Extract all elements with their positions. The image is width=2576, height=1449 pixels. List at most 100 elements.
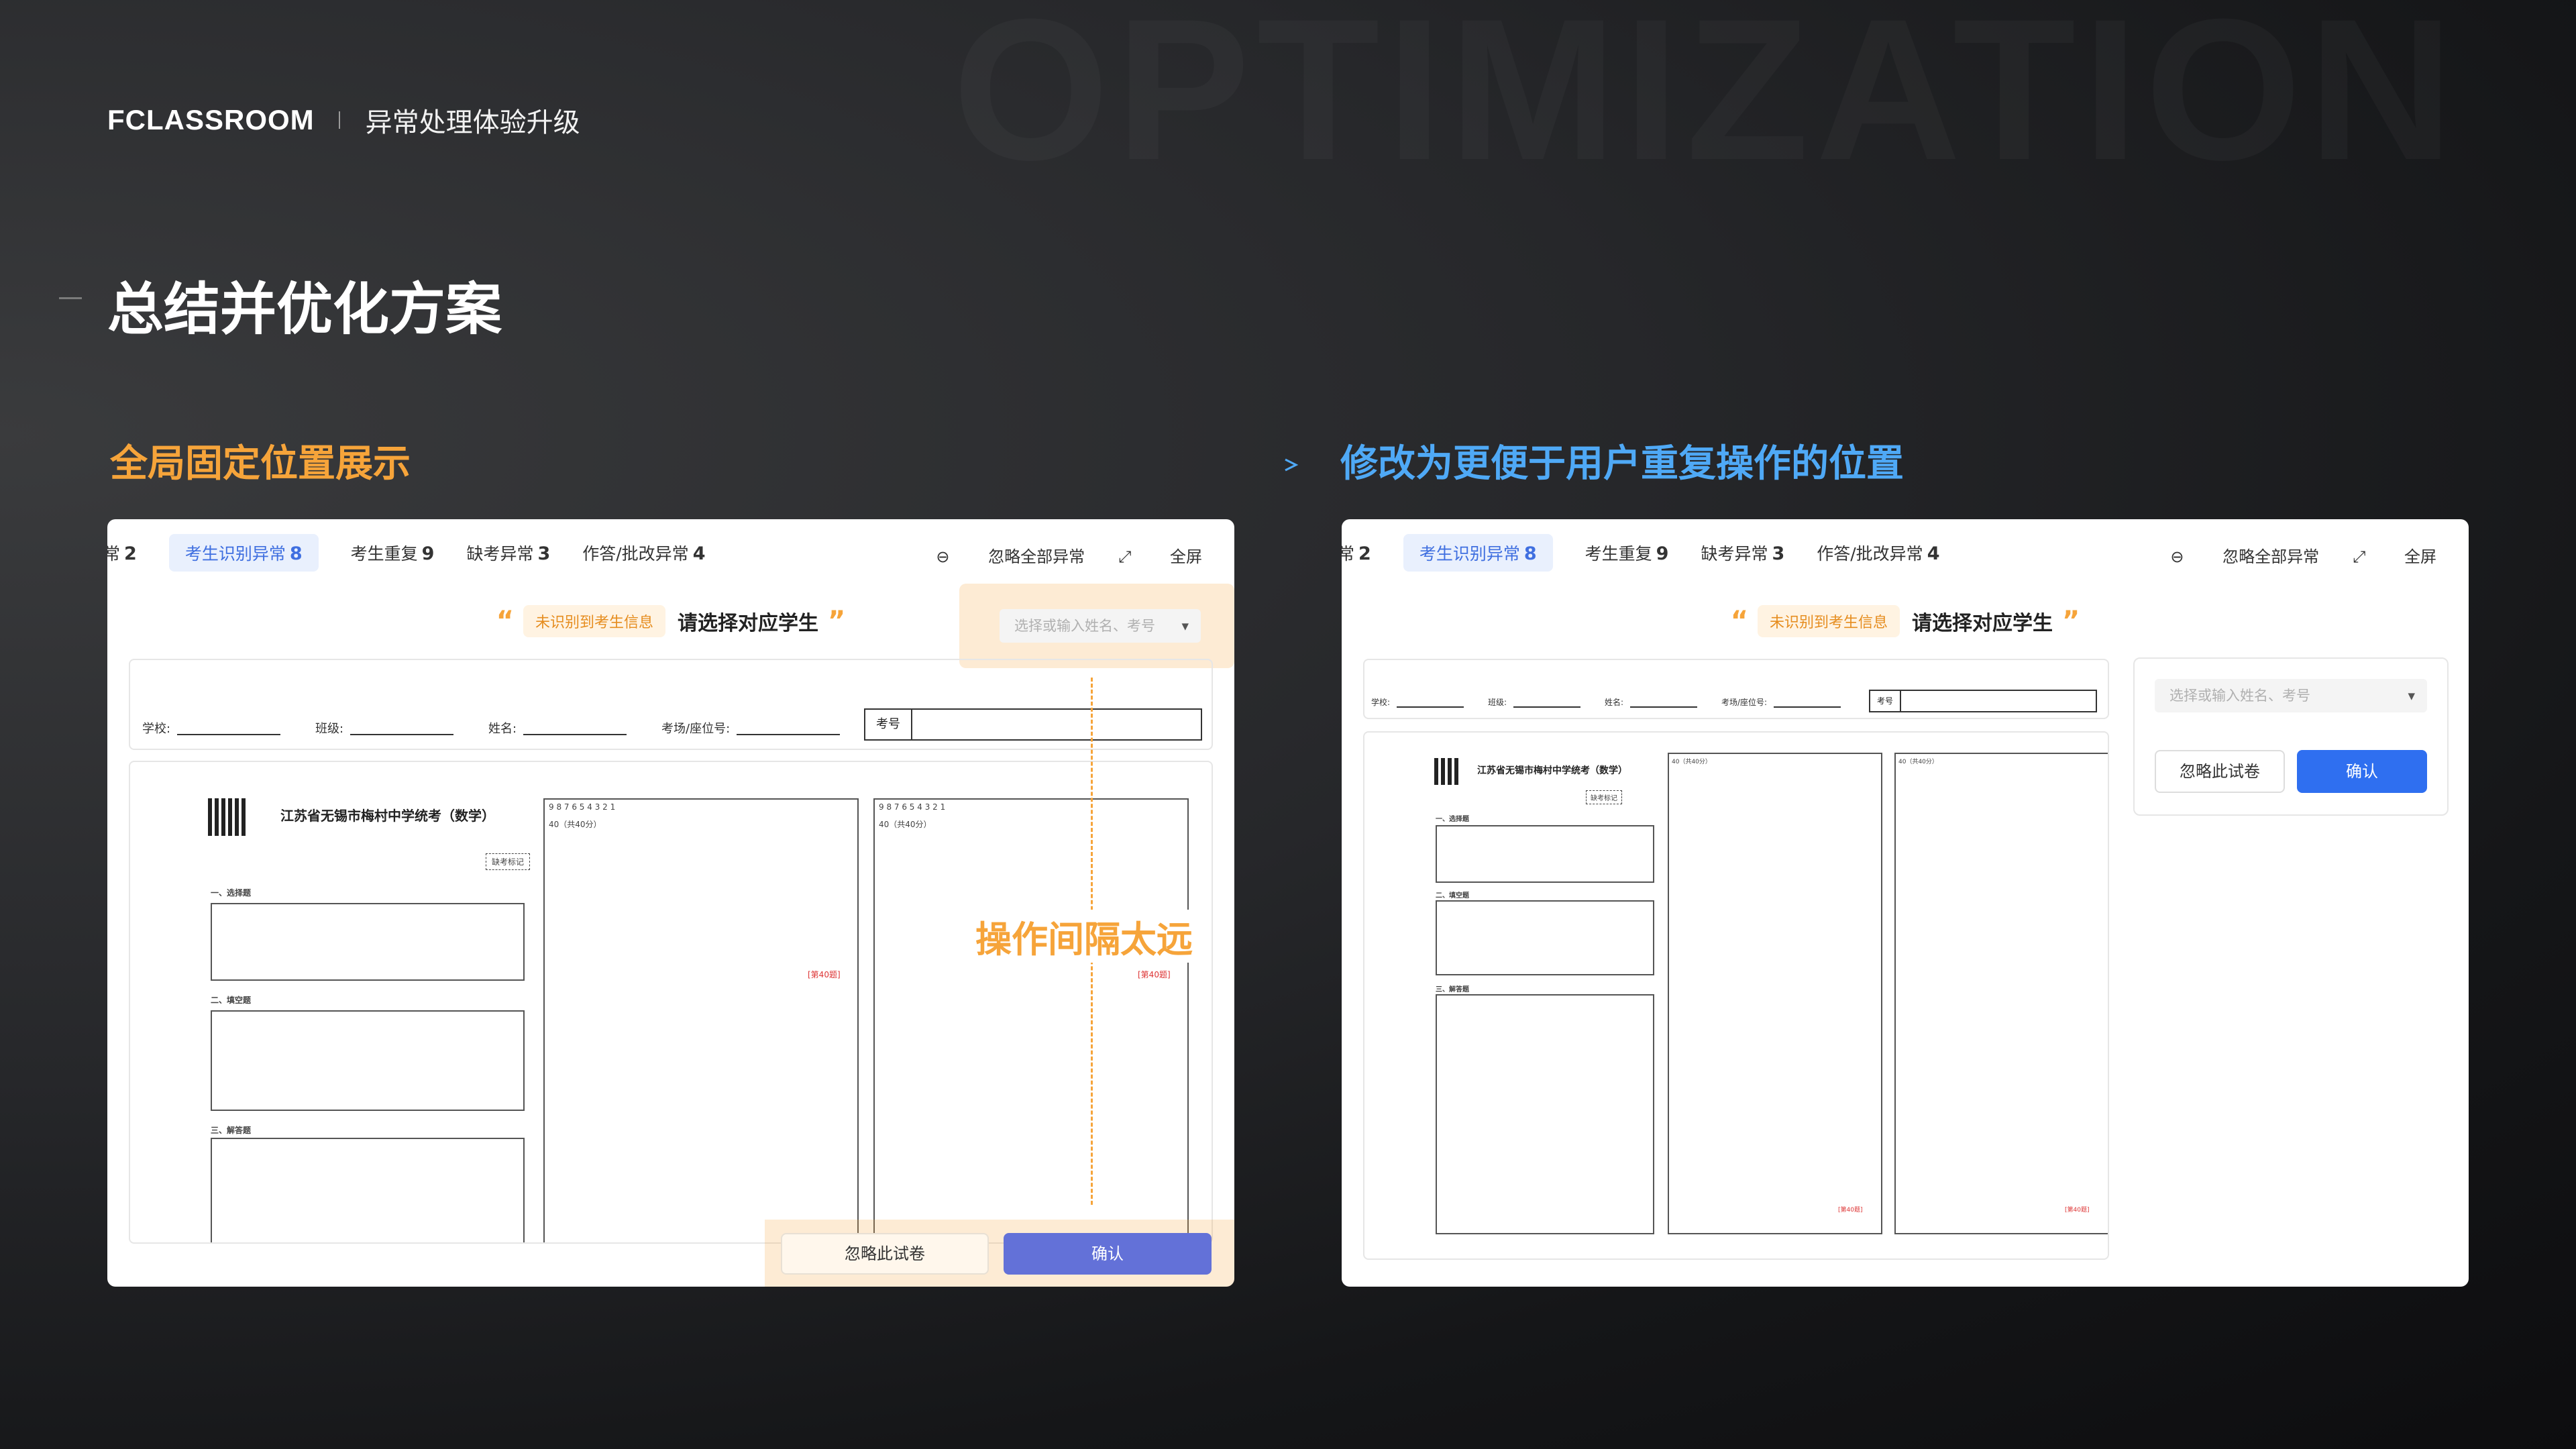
answer-column-2 xyxy=(543,798,859,1242)
tab-duplicate[interactable]: 考生重复 9 xyxy=(351,541,435,565)
tab-label: 考生重复 xyxy=(1585,544,1652,564)
brand-divider xyxy=(338,111,340,129)
right-label: 修改为更便于用户重复操作的位置 xyxy=(1340,442,1904,486)
tab-label: 常 xyxy=(107,544,121,564)
tab-label: 考生重复 xyxy=(350,544,418,564)
field-name: 姓名: xyxy=(1605,696,1698,708)
right-panel: 常2 考生识别异常 8 考生重复 9 缺考异常 3 作答/批改异常 4 ⊖ 忽略全部异常… xyxy=(1342,519,2469,1287)
brand-subtitle: 异常处理体验升级 xyxy=(365,107,580,138)
brand-header: FCLASSROOM 异常处理体验升级 xyxy=(107,101,580,140)
quote-icon: “ xyxy=(496,606,514,637)
tab-count: 8 xyxy=(289,543,303,564)
tab-prev[interactable]: 常2 xyxy=(107,541,137,565)
field-label: 班级: xyxy=(315,722,344,736)
answer-area xyxy=(211,1138,525,1242)
tab-label: 缺考异常 xyxy=(1701,544,1768,564)
ignore-all-label: 忽略全部异常 xyxy=(2222,547,2320,566)
prompt-text: 请选择对应学生 xyxy=(678,612,818,635)
ignore-all-label: 忽略全部异常 xyxy=(988,547,1085,566)
exam-number-box: 考号 xyxy=(864,708,1202,741)
section-fill: 二、填空题 xyxy=(1436,892,1469,900)
info-box: 学校: 班级: 姓名: 考场/座位号: 考号 xyxy=(129,659,1213,750)
tab-label: 作答/批改异常 xyxy=(582,544,689,564)
status-badge: 未识别到考生信息 xyxy=(523,605,665,637)
action-panel: 选择或输入姓名、考号 忽略此试卷 确认 xyxy=(2133,657,2449,816)
section-answer: 三、解答题 xyxy=(211,1126,252,1135)
prompt-bar: “ 未识别到考生信息 请选择对应学生 ” xyxy=(107,605,1234,637)
exam-number-box: 考号 xyxy=(1869,690,2097,712)
field-class: 班级: xyxy=(1488,696,1581,708)
question-tag: [第40题] xyxy=(1838,1207,1863,1214)
tab-count: 2 xyxy=(1358,543,1371,564)
prompt-text: 请选择对应学生 xyxy=(1912,612,2053,635)
section-fill: 二、填空题 xyxy=(211,996,252,1005)
tab-duplicate[interactable]: 考生重复 9 xyxy=(1585,541,1669,565)
answer-area xyxy=(1436,994,1654,1234)
field-seat: 考场/座位号: xyxy=(661,719,841,737)
prompt-bar: “ 未识别到考生信息 请选择对应学生 ” xyxy=(1342,605,2469,637)
exam-number-label: 考号 xyxy=(865,710,912,739)
choice-grid xyxy=(1436,825,1654,883)
fill-area xyxy=(211,1010,525,1111)
field-school: 学校: xyxy=(142,719,281,737)
confirm-button[interactable]: 确认 xyxy=(2297,750,2427,793)
fullscreen-label: 全屏 xyxy=(2404,547,2436,566)
score-label: 40（共40分） xyxy=(1672,759,1711,765)
tab-absent[interactable]: 缺考异常 3 xyxy=(1701,541,1784,565)
field-label: 考场/座位号: xyxy=(1721,698,1768,707)
question-tag: [第40题] xyxy=(808,970,841,979)
confirm-button[interactable]: 确认 xyxy=(1004,1233,1212,1275)
answer-column-2 xyxy=(1668,753,1882,1234)
tab-recognition[interactable]: 考生识别异常 8 xyxy=(168,534,319,572)
field-name: 姓名: xyxy=(488,719,627,737)
ignore-paper-button[interactable]: 忽略此试卷 xyxy=(2155,750,2285,793)
tab-label: 考生识别异常 xyxy=(1419,544,1520,564)
info-box: 学校: 班级: 姓名: 考场/座位号: 考号 xyxy=(1363,659,2109,719)
left-label: 全局固定位置展示 xyxy=(110,442,411,486)
student-select[interactable]: 选择或输入姓名、考号 xyxy=(2155,679,2427,712)
tab-count: 2 xyxy=(124,543,137,564)
tab-count: 9 xyxy=(421,543,435,564)
tab-answer[interactable]: 作答/批改异常 4 xyxy=(1817,541,1939,565)
field-label: 考场/座位号: xyxy=(661,722,731,736)
fullscreen-button[interactable]: ⤢ 全屏 xyxy=(2353,543,2436,567)
tab-count: 3 xyxy=(1772,543,1785,564)
field-seat: 考场/座位号: xyxy=(1721,696,1841,708)
arrow-connector xyxy=(453,458,1299,472)
field-class: 班级: xyxy=(315,719,454,737)
background-word: OPTIMIZATION xyxy=(953,0,2461,205)
answer-column-3 xyxy=(873,798,1189,1242)
digit-row: 9 8 7 6 5 4 3 2 1 xyxy=(549,802,616,812)
page-title: 总结并优化方案 xyxy=(107,276,502,342)
absent-mark: 缺考标记 xyxy=(486,853,531,870)
ignore-all-button[interactable]: ⊖ 忽略全部异常 xyxy=(2170,543,2319,567)
tab-label: 常 xyxy=(1342,544,1355,564)
question-tag: [第40题] xyxy=(1138,970,1171,979)
score-label: 40（共40分） xyxy=(1898,759,1938,765)
score-label: 40（共40分） xyxy=(879,820,932,829)
sheet-title: 江苏省无锡市梅村中学统考（数学） xyxy=(1477,765,1627,776)
digit-row: 9 8 7 6 5 4 3 2 1 xyxy=(879,802,946,812)
tab-answer[interactable]: 作答/批改异常 4 xyxy=(582,541,705,565)
title-dash xyxy=(59,297,82,299)
ignore-all-button[interactable]: ⊖ 忽略全部异常 xyxy=(936,543,1085,567)
status-badge: 未识别到考生信息 xyxy=(1757,605,1900,637)
ignore-paper-button[interactable]: 忽略此试卷 xyxy=(781,1233,989,1275)
tab-recognition[interactable]: 考生识别异常 8 xyxy=(1403,534,1553,572)
tab-count: 4 xyxy=(692,543,706,564)
field-label: 姓名: xyxy=(1605,698,1624,707)
tab-absent[interactable]: 缺考异常 3 xyxy=(466,541,550,565)
field-school: 学校: xyxy=(1371,696,1464,708)
quote-icon: ” xyxy=(2062,606,2080,637)
field-label: 姓名: xyxy=(488,722,517,736)
field-label: 学校: xyxy=(142,722,171,736)
tab-prev[interactable]: 常2 xyxy=(1342,541,1371,565)
section-answer: 三、解答题 xyxy=(1436,986,1469,994)
toolbar: ⊖ 忽略全部异常 ⤢ 全屏 xyxy=(902,543,1202,567)
fullscreen-button[interactable]: ⤢ 全屏 xyxy=(1118,543,1202,567)
tab-count: 4 xyxy=(1927,543,1940,564)
section-choice: 一、选择题 xyxy=(1436,816,1469,823)
tab-count: 3 xyxy=(537,543,551,564)
brand-logo: FCLASSROOM xyxy=(107,104,315,136)
answer-sheet: 江苏省无锡市梅村中学统考（数学） 缺考标记 一、选择题 二、填空题 三、解答题 … xyxy=(129,761,1213,1244)
